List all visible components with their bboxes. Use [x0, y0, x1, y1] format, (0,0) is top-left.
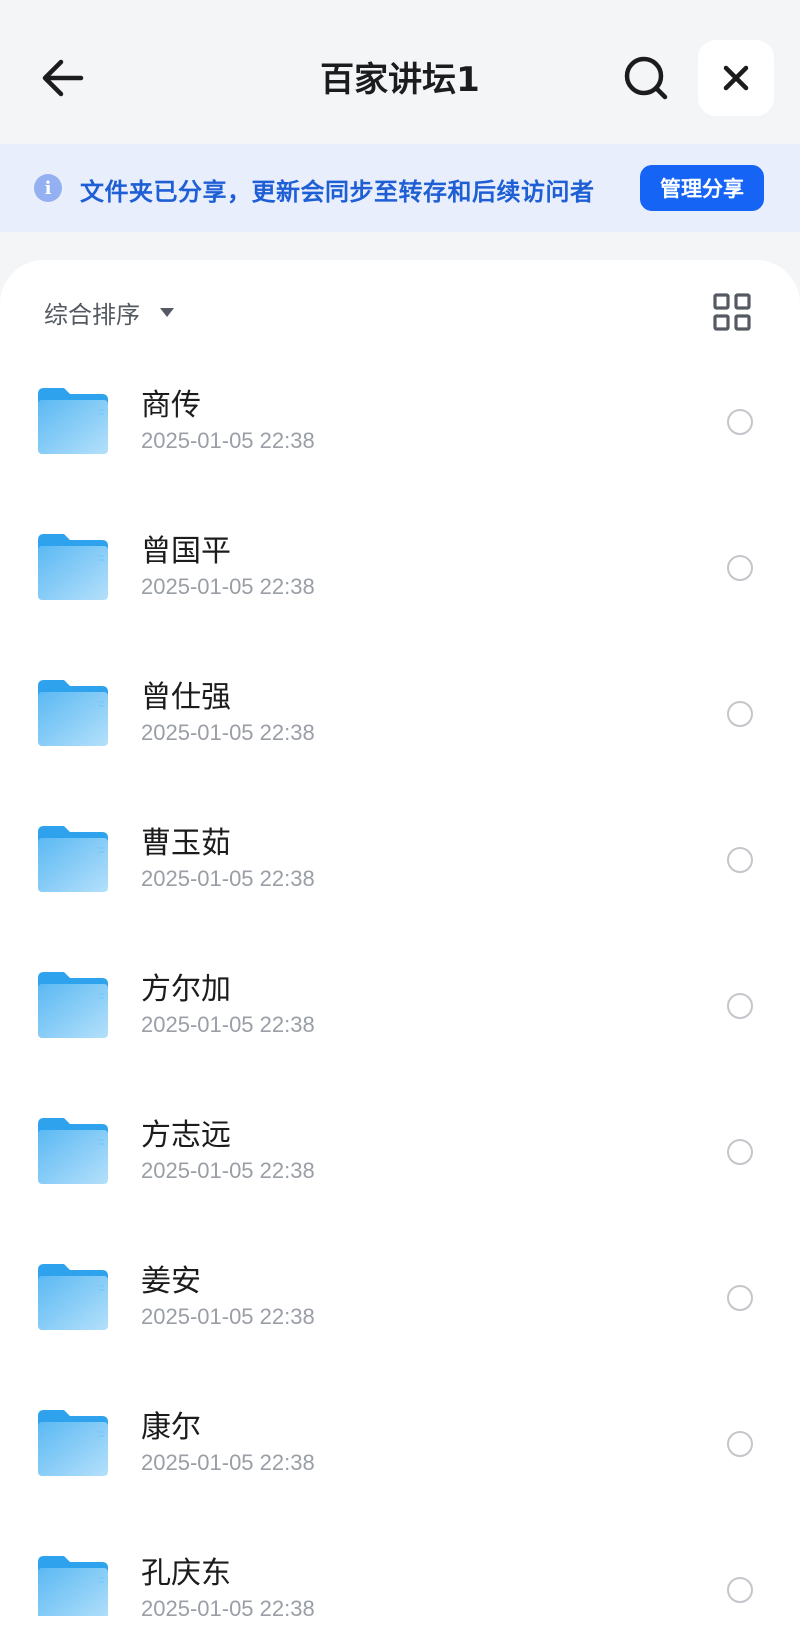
sort-dropdown[interactable]: 综合排序: [44, 296, 174, 329]
file-date: 2025-01-05 22:38: [141, 1158, 315, 1183]
folder-icon: [38, 534, 108, 600]
folder-icon: [38, 1556, 108, 1616]
arrow-left-icon: [42, 59, 84, 97]
list-item[interactable]: 商传 2025-01-05 22:38: [0, 348, 800, 494]
select-radio[interactable]: [727, 701, 753, 727]
file-date: 2025-01-05 22:38: [141, 428, 315, 453]
search-icon: [624, 56, 668, 100]
manage-share-button[interactable]: 管理分享: [640, 165, 764, 211]
select-radio[interactable]: [727, 1139, 753, 1165]
select-radio[interactable]: [727, 847, 753, 873]
file-date: 2025-01-05 22:38: [141, 720, 315, 745]
list-item[interactable]: 曹玉茹 2025-01-05 22:38: [0, 786, 800, 932]
select-radio[interactable]: [727, 409, 753, 435]
file-name: 方志远: [141, 1118, 231, 1153]
file-name: 曹玉茹: [141, 826, 231, 861]
sort-label: 综合排序: [44, 300, 140, 329]
file-name: 康尔: [141, 1410, 201, 1445]
close-icon: [723, 65, 749, 91]
select-radio[interactable]: [727, 993, 753, 1019]
grid-view-icon: [713, 293, 751, 331]
file-name: 商传: [141, 388, 201, 423]
list-item[interactable]: 曾仕强 2025-01-05 22:38: [0, 640, 800, 786]
file-date: 2025-01-05 22:38: [141, 574, 315, 599]
list-item[interactable]: 曾国平 2025-01-05 22:38: [0, 494, 800, 640]
select-radio[interactable]: [727, 1285, 753, 1311]
info-icon: i: [34, 174, 62, 202]
search-button[interactable]: [614, 46, 678, 110]
grid-view-button[interactable]: [712, 292, 752, 332]
list-item[interactable]: 方志远 2025-01-05 22:38: [0, 1078, 800, 1224]
file-date: 2025-01-05 22:38: [141, 1304, 315, 1329]
file-date: 2025-01-05 22:38: [141, 1450, 315, 1475]
folder-icon: [38, 388, 108, 454]
file-name: 曾国平: [141, 534, 231, 569]
close-button[interactable]: [698, 40, 774, 116]
file-date: 2025-01-05 22:38: [141, 866, 315, 891]
folder-icon: [38, 1410, 108, 1476]
folder-icon: [38, 826, 108, 892]
folder-icon: [38, 972, 108, 1038]
list-item[interactable]: 康尔 2025-01-05 22:38: [0, 1370, 800, 1516]
caret-down-icon: [160, 307, 174, 317]
back-button[interactable]: [30, 46, 94, 110]
file-list: 商传 2025-01-05 22:38 曾国平 2025-01-05 22:38…: [0, 348, 800, 1616]
bottom-nav-strip: [0, 1616, 800, 1651]
select-radio[interactable]: [727, 1577, 753, 1603]
list-item[interactable]: 方尔加 2025-01-05 22:38: [0, 932, 800, 1078]
list-item[interactable]: 孔庆东 2025-01-05 22:38: [0, 1516, 800, 1616]
folder-icon: [38, 1118, 108, 1184]
folder-icon: [38, 1264, 108, 1330]
file-date: 2025-01-05 22:38: [141, 1012, 315, 1037]
file-name: 方尔加: [141, 972, 231, 1007]
file-date: 2025-01-05 22:38: [141, 1596, 315, 1616]
list-item[interactable]: 姜安 2025-01-05 22:38: [0, 1224, 800, 1370]
file-name: 姜安: [141, 1264, 201, 1299]
folder-icon: [38, 680, 108, 746]
select-radio[interactable]: [727, 1431, 753, 1457]
page-title: 百家讲坛1: [320, 60, 480, 100]
file-name: 曾仕强: [141, 680, 231, 715]
file-name: 孔庆东: [141, 1556, 231, 1591]
share-notice-text: 文件夹已分享，更新会同步至转存和后续访问者: [80, 178, 595, 206]
select-radio[interactable]: [727, 555, 753, 581]
